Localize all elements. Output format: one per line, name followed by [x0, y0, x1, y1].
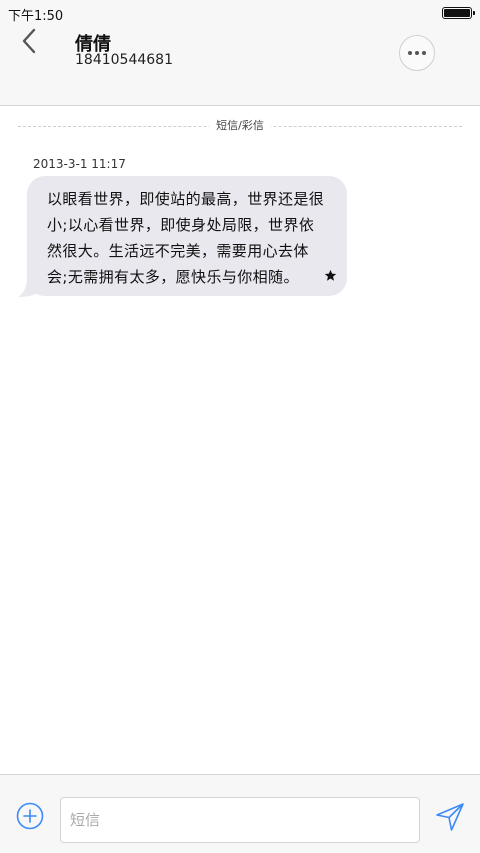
- status-bar: 下午1:50: [0, 0, 480, 24]
- message-input[interactable]: [60, 797, 420, 843]
- battery-level: [444, 9, 470, 17]
- message-timestamp: 2013-3-1 11:17: [33, 157, 126, 171]
- contact-number: 18410544681: [75, 52, 173, 68]
- more-horizontal-icon: [422, 51, 426, 55]
- message-type-label: 短信/彩信: [209, 118, 271, 134]
- composer-bar: [0, 774, 480, 853]
- battery-icon: [442, 7, 475, 19]
- star-icon: [324, 269, 337, 281]
- more-horizontal-icon: [408, 51, 412, 55]
- add-circle-icon[interactable]: [16, 802, 44, 830]
- message-bubble[interactable]: 以眼看世界，即使站的最高，世界还是很小;以心看世界，即使身处局限，世界依然很大。…: [27, 176, 347, 296]
- more-button[interactable]: [399, 35, 435, 71]
- send-icon[interactable]: [434, 801, 466, 833]
- status-time: 下午1:50: [8, 9, 64, 24]
- back-button[interactable]: [14, 26, 44, 56]
- conversation-header: 倩倩 18410544681: [0, 24, 480, 106]
- message-type-divider: 短信/彩信: [18, 118, 462, 134]
- more-horizontal-icon: [415, 51, 419, 55]
- message-text: 以眼看世界，即使站的最高，世界还是很小;以心看世界，即使身处局限，世界依然很大。…: [47, 190, 325, 286]
- chevron-left-icon: [22, 28, 36, 54]
